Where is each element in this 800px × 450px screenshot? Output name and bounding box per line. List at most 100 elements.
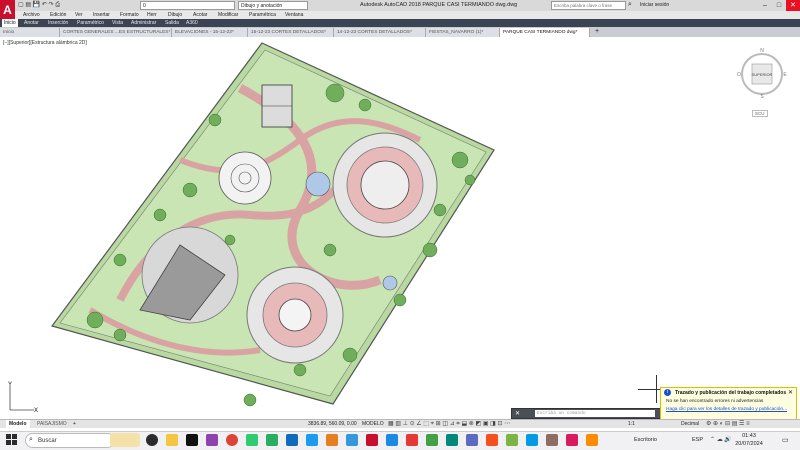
edge-icon[interactable] (286, 434, 298, 446)
ucs-icon: Y X (8, 382, 38, 414)
water-feature (305, 171, 331, 197)
svg-text:O: O (737, 72, 741, 78)
notification-close-icon[interactable]: ✕ (788, 389, 793, 396)
clock-date[interactable]: 20/07/2024 (733, 441, 765, 447)
units-dropdown[interactable]: Decimal (681, 420, 699, 428)
app-icon[interactable] (526, 434, 538, 446)
info-icon: i (664, 389, 671, 396)
chrome-icon[interactable] (226, 434, 238, 446)
window-title: Autodesk AutoCAD 2018 PARQUE CASI TERMIA… (360, 2, 518, 8)
notification-title: Trazado y publicación del trabajo comple… (675, 390, 787, 396)
quick-access-icons[interactable]: ▢ ▤ 💾 ↶ ↷ ⎙ (18, 1, 60, 10)
app-icon[interactable] (386, 434, 398, 446)
menu-ventana[interactable]: Ventana (285, 11, 303, 19)
menu-formato[interactable]: Formato (120, 11, 139, 19)
autocad-taskbar-icon[interactable] (366, 434, 378, 446)
desktop-label[interactable]: Escritorio (634, 437, 657, 443)
tab-paisajismo[interactable]: PAISAJISMO (34, 420, 70, 428)
app-icon[interactable] (546, 434, 558, 446)
search-icon: ⌕ (29, 436, 33, 443)
menu-archivo[interactable]: Archivo (23, 11, 40, 19)
terminal-icon[interactable] (186, 434, 198, 446)
app-icon[interactable] (566, 434, 578, 446)
menu-dibujo[interactable]: Dibujo (168, 11, 182, 19)
notification-link[interactable]: Haga clic para ver los detalles de traza… (666, 407, 787, 412)
maximize-button[interactable]: □ (772, 0, 786, 11)
taskbar-search-input[interactable]: Buscar (25, 433, 115, 448)
signin-link[interactable]: Iniciar sesión (640, 1, 669, 10)
svg-text:X: X (34, 408, 38, 414)
layer-combo[interactable]: 0 (140, 1, 235, 10)
menu-ver[interactable]: Ver (75, 11, 83, 19)
menu-acotar[interactable]: Acotar (193, 11, 207, 19)
menu-edicion[interactable]: Edición (50, 11, 66, 19)
status-right-icons[interactable]: ⚙ ⊕ ◐ ⊟ ▤ ☰ ≡ (706, 420, 750, 428)
model-space-toggle[interactable]: MODELO (362, 420, 384, 428)
windows-start-icon[interactable] (6, 434, 18, 446)
doc-tab-cortes-14[interactable]: 14-12-23 CORTES DETALLADOS* (334, 28, 426, 37)
app-icon[interactable] (466, 434, 478, 446)
menu-insertar[interactable]: Insertar (93, 11, 110, 19)
app-icon[interactable] (426, 434, 438, 446)
tab-anotar[interactable]: Anotar (22, 19, 41, 27)
coordinates: 3836.89, 560.09, 0.00 (308, 421, 357, 427)
doc-tab-elevaciones[interactable]: ELEVACIONES - 15-12-23* (172, 28, 248, 37)
mandala-plaza (218, 151, 272, 205)
language-indicator[interactable]: ESP (692, 437, 703, 443)
tab-insercion[interactable]: Inserción (46, 19, 70, 27)
tab-modelo[interactable]: Modelo (6, 420, 30, 428)
tray-icons[interactable]: ⌃ ☁ 🔊 (710, 436, 732, 443)
search-input[interactable]: Escriba palabra clave o frase (551, 1, 626, 10)
task-view-icon[interactable] (146, 434, 158, 446)
notifications-icon[interactable]: ▭ (782, 436, 789, 444)
app-icon[interactable] (586, 434, 598, 446)
workspace-combo[interactable]: Dibujo y anotación (238, 1, 308, 10)
app-icon[interactable] (486, 434, 498, 446)
app-icon[interactable] (346, 434, 358, 446)
close-button[interactable]: ✕ (786, 0, 800, 11)
command-input[interactable]: Escriba un comando (535, 410, 655, 417)
widget-icon[interactable] (110, 433, 140, 447)
notification-message: No se han encontrado errores ni adverten… (666, 399, 764, 404)
tab-parametrico[interactable]: Paramétrico (75, 19, 106, 27)
app-icon[interactable] (266, 434, 278, 446)
menu-herr[interactable]: Herr (147, 11, 157, 19)
tab-inicio[interactable]: Inicio (2, 19, 18, 27)
file-explorer-icon[interactable] (166, 434, 178, 446)
minimize-button[interactable]: – (758, 0, 772, 11)
doc-tab-parque[interactable]: PARQUE CASI TERMIANDO dwg* (500, 28, 590, 37)
doc-tab-cortes-generales[interactable]: CORTES GENERALES ...ES ESTRUCTURALES* (60, 28, 172, 37)
menu-parametrica[interactable]: Paramétrica (249, 11, 276, 19)
app-icon[interactable] (326, 434, 338, 446)
doc-tab-fiestas[interactable]: FIESTAS_NAVARRO (1)* (426, 28, 500, 37)
crosshair (656, 375, 657, 403)
svg-text:N: N (760, 48, 764, 54)
tab-salida[interactable]: Salida (163, 19, 181, 27)
app-icon[interactable] (406, 434, 418, 446)
plaza-center (360, 160, 410, 210)
doc-tab-cortes-15[interactable]: 15-12-23 CORTES DETALLADOS* (248, 28, 334, 37)
doc-tab-inicio[interactable]: Inicio (0, 28, 60, 37)
app-icon[interactable] (506, 434, 518, 446)
park-site-plan[interactable] (0, 37, 800, 418)
svg-text:Y: Y (8, 382, 12, 388)
status-toggles-icons[interactable]: ▦ ▥ ⊥ ⊙ ∠ ⬚ ⌖ ⊞ ◫ ⊿ ⌗ ⬓ ⊗ ◩ ▣ ◨ ⊡ ⋯ (388, 420, 510, 428)
app-icon[interactable] (246, 434, 258, 446)
app-icon[interactable] (446, 434, 458, 446)
search-icon[interactable]: ⌕ (628, 1, 632, 9)
viewcube-face: SUPERIOR (752, 72, 773, 77)
app-icon[interactable] (206, 434, 218, 446)
tab-a360[interactable]: A360 (184, 19, 200, 27)
tab-vista[interactable]: Vista (110, 19, 125, 27)
app-icon[interactable] (306, 434, 318, 446)
scale-dropdown[interactable]: 1:1 (628, 420, 635, 428)
menu-modificar[interactable]: Modificar (218, 11, 238, 19)
viewcube[interactable]: SUPERIOR N S E O (736, 46, 788, 98)
clock-time[interactable]: 01:43 (740, 433, 758, 439)
tab-administrar[interactable]: Administrar (129, 19, 158, 27)
add-layout-button[interactable]: + (70, 420, 79, 428)
close-cmd-icon[interactable]: ✕ (515, 410, 520, 417)
ucs-menu[interactable]: SCU (752, 110, 768, 117)
new-tab-button[interactable]: + (595, 28, 599, 35)
plaza-center (278, 298, 312, 332)
